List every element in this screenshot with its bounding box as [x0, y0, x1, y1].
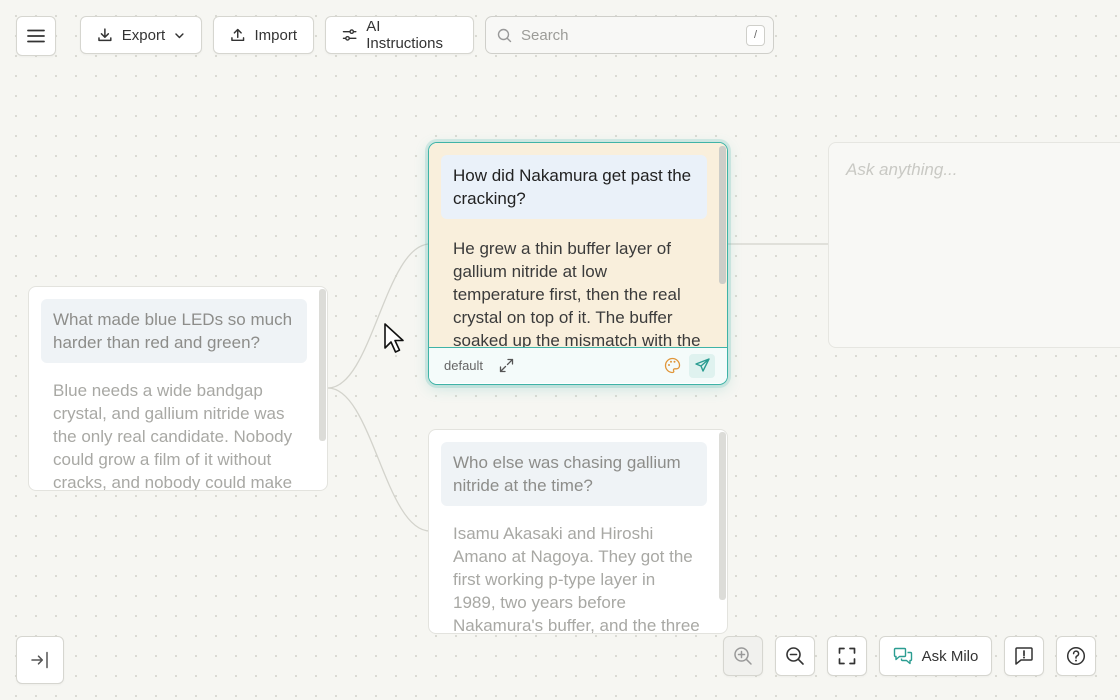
- card-footer: default: [429, 347, 727, 383]
- ask-input-card[interactable]: Ask anything...: [828, 142, 1120, 348]
- zoom-out-icon: [786, 647, 804, 665]
- ask-milo-button[interactable]: Ask Milo: [879, 636, 992, 676]
- send-icon: [694, 358, 710, 372]
- card-body: How did Nakamura get past the cracking? …: [429, 143, 727, 347]
- card-scrollbar[interactable]: [719, 432, 726, 600]
- card-answer: Isamu Akasaki and Hiroshi Amano at Nagoy…: [453, 524, 700, 634]
- conversation-card-sibling[interactable]: Who else was chasing gallium nitride at …: [428, 429, 728, 634]
- expand-icon[interactable]: [499, 358, 514, 373]
- login-icon: [31, 651, 48, 669]
- card-answer: He grew a thin buffer layer of gallium n…: [453, 239, 701, 347]
- fit-view-button[interactable]: [827, 636, 867, 676]
- mouse-cursor-icon: [384, 323, 404, 353]
- ask-placeholder: Ask anything...: [846, 160, 958, 179]
- card-question: How did Nakamura get past the cracking?: [441, 155, 707, 219]
- edge-root-to-sibling: [327, 387, 431, 532]
- feedback-icon: [1015, 647, 1033, 665]
- zoom-out-button[interactable]: [775, 636, 815, 676]
- ask-milo-label: Ask Milo: [921, 647, 979, 665]
- sign-in-button[interactable]: [16, 636, 64, 684]
- card-scrollbar[interactable]: [319, 289, 326, 441]
- palette-icon[interactable]: [664, 357, 681, 374]
- zoom-in-icon: [734, 647, 752, 665]
- card-answer: Blue needs a wide bandgap crystal, and g…: [53, 381, 293, 491]
- card-question: What made blue LEDs so much harder than …: [41, 299, 307, 363]
- chat-bubbles-icon: [893, 647, 912, 665]
- fullscreen-icon: [838, 647, 856, 665]
- card-question: Who else was chasing gallium nitride at …: [441, 442, 707, 506]
- conversation-card-root[interactable]: What made blue LEDs so much harder than …: [28, 286, 328, 491]
- zoom-in-button[interactable]: [723, 636, 763, 676]
- help-icon: [1066, 646, 1086, 666]
- feedback-button[interactable]: [1004, 636, 1044, 676]
- card-mode-label: default: [444, 358, 484, 373]
- conversation-card-active[interactable]: How did Nakamura get past the cracking? …: [428, 142, 728, 385]
- card-scrollbar[interactable]: [719, 146, 726, 284]
- edge-root-to-active: [327, 243, 431, 389]
- help-button[interactable]: [1056, 636, 1096, 676]
- send-button[interactable]: [689, 353, 715, 378]
